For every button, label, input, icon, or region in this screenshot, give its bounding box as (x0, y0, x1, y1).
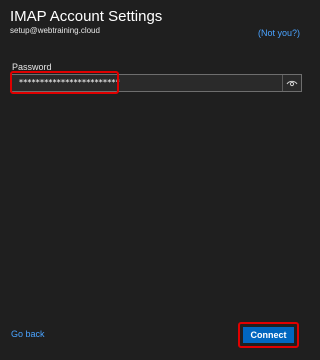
account-email: setup@webtraining.cloud (10, 26, 100, 35)
password-label: Password (12, 62, 52, 72)
go-back-link[interactable]: Go back (11, 329, 45, 339)
password-value: ************************ (19, 78, 120, 87)
connect-button[interactable]: Connect (243, 327, 294, 343)
eye-icon (286, 80, 298, 87)
password-field[interactable]: ************************ (10, 74, 302, 92)
not-you-link[interactable]: (Not you?) (258, 28, 300, 38)
page-title: IMAP Account Settings (10, 8, 163, 25)
reveal-password-button[interactable] (282, 75, 301, 91)
